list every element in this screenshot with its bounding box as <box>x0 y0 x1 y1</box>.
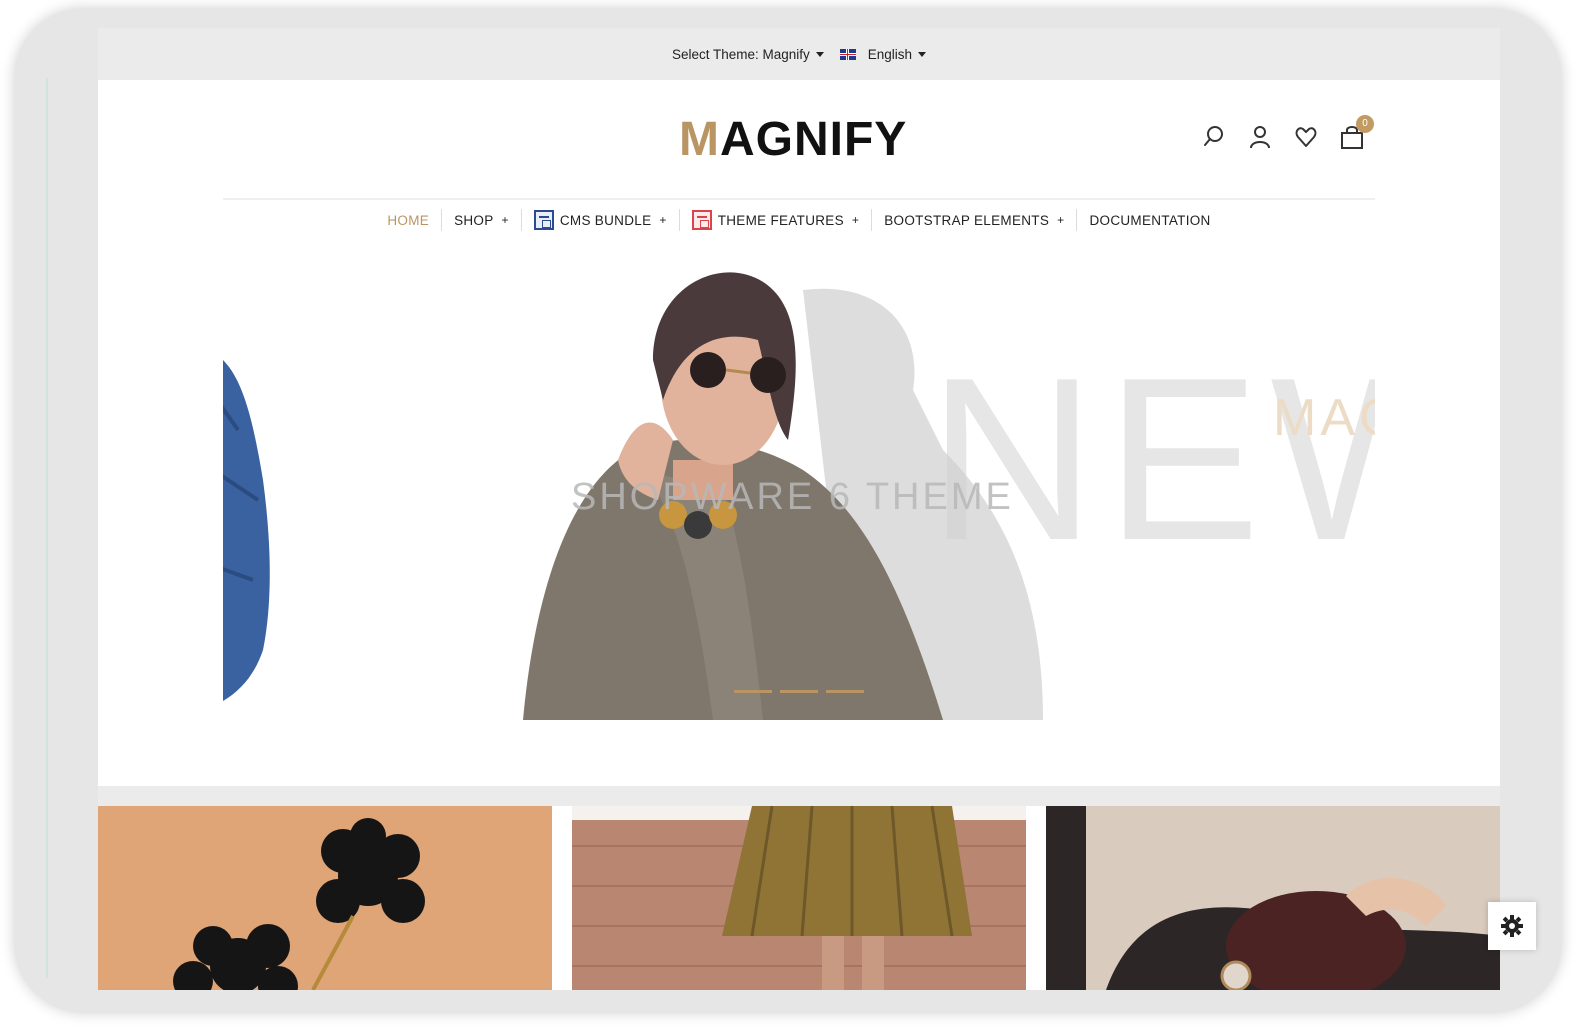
top-bar: Select Theme: Magnify English <box>98 28 1500 80</box>
nav-item-label: DOCUMENTATION <box>1089 212 1211 228</box>
logo-rest: AGNIFY <box>719 113 908 166</box>
nav-item-shop[interactable]: SHOP + <box>442 209 522 231</box>
main-nav: HOME SHOP + CMS BUNDLE + THEME FEATURES … <box>223 198 1375 242</box>
site-logo[interactable]: MAGNIFY <box>679 114 907 166</box>
nav-item-label: HOME <box>387 212 430 228</box>
cart-count-badge: 0 <box>1356 115 1374 133</box>
slider-dots <box>734 690 864 693</box>
theme-selector[interactable]: Select Theme: Magnify <box>672 47 824 62</box>
plus-icon: + <box>1057 213 1065 227</box>
nav-item-documentation[interactable]: DOCUMENTATION <box>1077 209 1222 231</box>
nav-item-label: THEME FEATURES <box>717 212 844 228</box>
cms-bundle-icon <box>533 210 554 230</box>
hero-brand-text: MAG <box>1273 389 1375 447</box>
nav-item-home[interactable]: HOME <box>375 209 443 231</box>
banner-skirt-image <box>572 806 1026 990</box>
nav-item-cms-bundle[interactable]: CMS BUNDLE + <box>522 209 680 231</box>
category-banner-bags[interactable] <box>1046 806 1500 990</box>
banner-flowers-image <box>98 806 552 990</box>
plus-icon: + <box>501 213 509 227</box>
nav-item-label: SHOP <box>454 212 494 228</box>
theme-features-icon <box>691 210 712 230</box>
nav-item-label: BOOTSTRAP ELEMENTS <box>884 212 1050 228</box>
nav-item-bootstrap-elements[interactable]: BOOTSTRAP ELEMENTS + <box>872 209 1078 231</box>
hero-man-image <box>223 360 270 701</box>
frame-accent-line <box>46 78 48 978</box>
hero-subtitle: SHOPWARE 6 THEME <box>571 476 1014 518</box>
language-selector[interactable]: English <box>839 46 927 62</box>
user-icon[interactable] <box>1248 124 1272 150</box>
gear-icon <box>1501 915 1523 937</box>
nav-item-label: CMS BUNDLE <box>559 212 652 228</box>
caret-down-icon <box>815 51 824 57</box>
website-screen: Select Theme: Magnify English MAGNIFY 0 … <box>98 28 1500 990</box>
plus-icon: + <box>851 213 860 227</box>
uk-flag-icon <box>839 48 856 60</box>
logo-first-letter: M <box>679 113 720 166</box>
cart-icon[interactable]: 0 <box>1340 115 1374 150</box>
caret-down-icon <box>918 51 927 57</box>
section-divider <box>98 786 1500 806</box>
banner-bag-image <box>1046 806 1500 990</box>
header-icons: 0 <box>1202 115 1374 150</box>
category-banner-skirts[interactable] <box>572 806 1026 990</box>
heart-icon[interactable] <box>1294 124 1318 150</box>
slider-dot[interactable] <box>734 690 772 693</box>
hero-slider[interactable]: NEW MAG SHOPWARE 6 THE <box>223 240 1375 720</box>
slider-dot[interactable] <box>780 690 818 693</box>
slider-dot[interactable] <box>826 690 864 693</box>
nav-item-theme-features[interactable]: THEME FEATURES + <box>680 209 873 231</box>
search-icon[interactable] <box>1202 124 1226 150</box>
site-header: MAGNIFY 0 <box>98 80 1500 198</box>
device-frame: Select Theme: Magnify English MAGNIFY 0 … <box>14 8 1562 1013</box>
category-banners <box>98 806 1500 990</box>
theme-selector-label: Select Theme: Magnify <box>671 46 810 62</box>
plus-icon: + <box>659 213 667 227</box>
category-banner-accessories[interactable] <box>98 806 552 990</box>
language-selector-label: English <box>867 46 913 62</box>
settings-button[interactable] <box>1488 902 1536 950</box>
